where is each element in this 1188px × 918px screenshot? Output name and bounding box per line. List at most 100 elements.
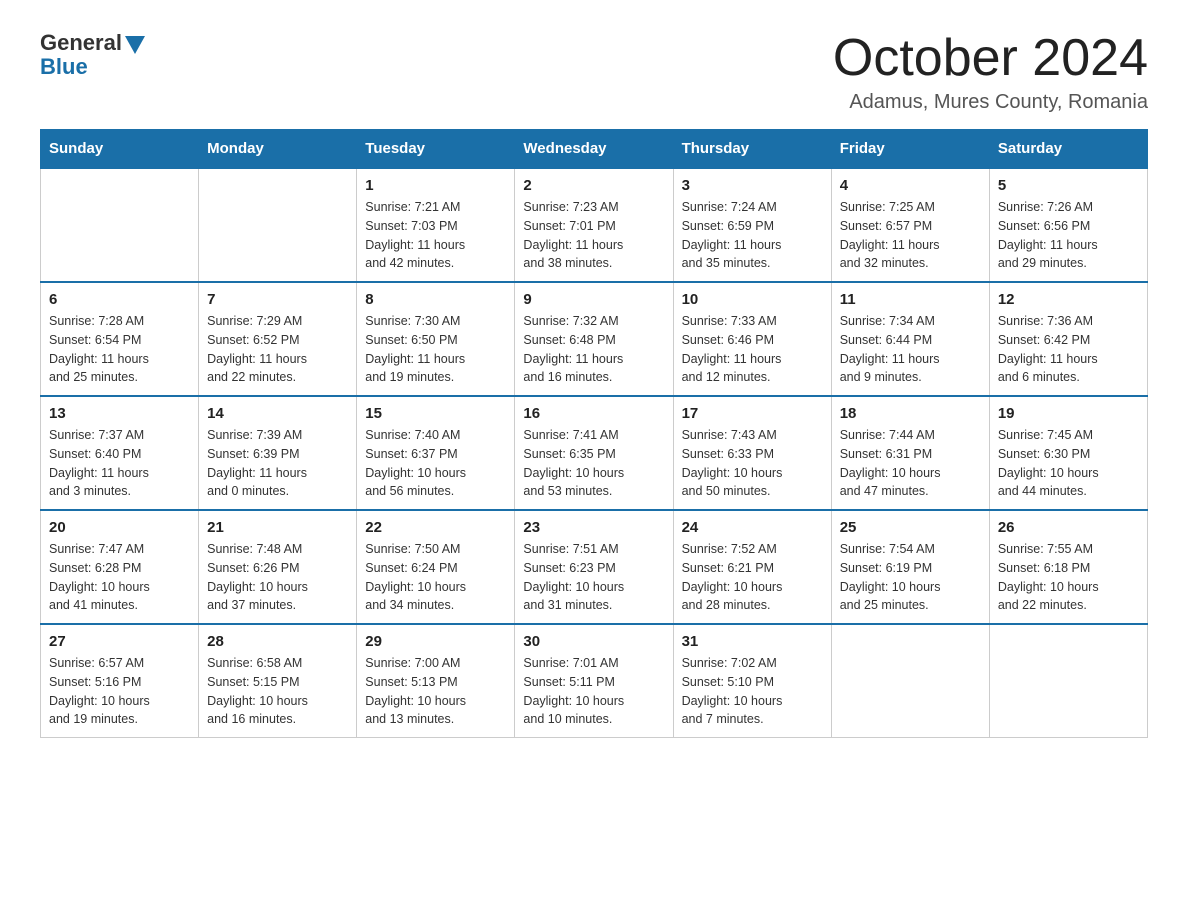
day-cell: 19 Sunrise: 7:45 AM Sunset: 6:30 PM Dayli… [989,396,1147,510]
day-cell: 16Sunrise: 7:41 AM Sunset: 6:35 PM Dayli… [515,396,673,510]
day-number: 8 [365,291,506,308]
day-cell: 31Sunrise: 7:02 AM Sunset: 5:10 PM Dayli… [673,624,831,738]
header-col-saturday: Saturday [989,130,1147,169]
day-info: Sunrise: 7:23 AM Sunset: 7:01 PM Dayligh… [523,198,664,273]
day-info: Sunrise: 6:57 AM Sunset: 5:16 PM Dayligh… [49,654,190,729]
logo-general-text: General [40,30,122,56]
day-cell: 8 Sunrise: 7:30 AM Sunset: 6:50 PM Daylig… [357,282,515,396]
day-info: Sunrise: 7:54 AM Sunset: 6:19 PM Dayligh… [840,540,981,615]
day-info: Sunrise: 7:51 AM Sunset: 6:23 PM Dayligh… [523,540,664,615]
day-info: Sunrise: 7:36 AM Sunset: 6:42 PM Dayligh… [998,312,1139,387]
week-row-2: 13Sunrise: 7:37 AM Sunset: 6:40 PM Dayli… [41,396,1148,510]
day-info: Sunrise: 7:33 AM Sunset: 6:46 PM Dayligh… [682,312,823,387]
day-cell: 25 Sunrise: 7:54 AM Sunset: 6:19 PM Dayli… [831,510,989,624]
day-info: Sunrise: 7:32 AM Sunset: 6:48 PM Dayligh… [523,312,664,387]
day-info: Sunrise: 7:52 AM Sunset: 6:21 PM Dayligh… [682,540,823,615]
day-info: Sunrise: 7:55 AM Sunset: 6:18 PM Dayligh… [998,540,1139,615]
day-number: 9 [523,291,664,308]
title-section: October 2024 Adamus, Mures County, Roman… [833,30,1148,114]
day-cell [831,624,989,738]
day-number: 30 [523,633,664,650]
day-info: Sunrise: 6:58 AM Sunset: 5:15 PM Dayligh… [207,654,348,729]
day-number: 19 [998,405,1139,422]
day-info: Sunrise: 7:50 AM Sunset: 6:24 PM Dayligh… [365,540,506,615]
day-cell: 2 Sunrise: 7:23 AM Sunset: 7:01 PM Daylig… [515,168,673,282]
day-cell: 4 Sunrise: 7:25 AM Sunset: 6:57 PM Daylig… [831,168,989,282]
day-number: 18 [840,405,981,422]
day-cell: 9 Sunrise: 7:32 AM Sunset: 6:48 PM Daylig… [515,282,673,396]
day-cell: 15Sunrise: 7:40 AM Sunset: 6:37 PM Dayli… [357,396,515,510]
week-row-1: 6Sunrise: 7:28 AM Sunset: 6:54 PM Daylig… [41,282,1148,396]
day-number: 13 [49,405,190,422]
day-number: 5 [998,177,1139,194]
header-col-thursday: Thursday [673,130,831,169]
week-row-4: 27 Sunrise: 6:57 AM Sunset: 5:16 PM Dayli… [41,624,1148,738]
day-cell: 27 Sunrise: 6:57 AM Sunset: 5:16 PM Dayli… [41,624,199,738]
day-info: Sunrise: 7:00 AM Sunset: 5:13 PM Dayligh… [365,654,506,729]
day-number: 28 [207,633,348,650]
day-cell: 14Sunrise: 7:39 AM Sunset: 6:39 PM Dayli… [199,396,357,510]
day-cell: 6Sunrise: 7:28 AM Sunset: 6:54 PM Daylig… [41,282,199,396]
day-info: Sunrise: 7:47 AM Sunset: 6:28 PM Dayligh… [49,540,190,615]
day-cell [989,624,1147,738]
day-cell: 12 Sunrise: 7:36 AM Sunset: 6:42 PM Dayli… [989,282,1147,396]
day-number: 11 [840,291,981,308]
day-number: 12 [998,291,1139,308]
week-row-0: 1Sunrise: 7:21 AM Sunset: 7:03 PM Daylig… [41,168,1148,282]
day-cell: 11 Sunrise: 7:34 AM Sunset: 6:44 PM Dayli… [831,282,989,396]
logo-arrow-icon [125,36,145,54]
day-cell: 1Sunrise: 7:21 AM Sunset: 7:03 PM Daylig… [357,168,515,282]
day-info: Sunrise: 7:28 AM Sunset: 6:54 PM Dayligh… [49,312,190,387]
day-number: 20 [49,519,190,536]
logo: General Blue [40,30,145,80]
day-cell: 22 Sunrise: 7:50 AM Sunset: 6:24 PM Dayli… [357,510,515,624]
day-cell: 10 Sunrise: 7:33 AM Sunset: 6:46 PM Dayli… [673,282,831,396]
day-cell: 3 Sunrise: 7:24 AM Sunset: 6:59 PM Daylig… [673,168,831,282]
day-info: Sunrise: 7:26 AM Sunset: 6:56 PM Dayligh… [998,198,1139,273]
day-number: 31 [682,633,823,650]
day-cell: 21 Sunrise: 7:48 AM Sunset: 6:26 PM Dayli… [199,510,357,624]
day-number: 25 [840,519,981,536]
day-number: 29 [365,633,506,650]
header-row: SundayMondayTuesdayWednesdayThursdayFrid… [41,130,1148,169]
day-number: 10 [682,291,823,308]
day-number: 21 [207,519,348,536]
day-info: Sunrise: 7:40 AM Sunset: 6:37 PM Dayligh… [365,426,506,501]
day-number: 2 [523,177,664,194]
day-number: 4 [840,177,981,194]
day-info: Sunrise: 7:43 AM Sunset: 6:33 PM Dayligh… [682,426,823,501]
day-number: 24 [682,519,823,536]
day-info: Sunrise: 7:24 AM Sunset: 6:59 PM Dayligh… [682,198,823,273]
day-info: Sunrise: 7:30 AM Sunset: 6:50 PM Dayligh… [365,312,506,387]
day-cell [199,168,357,282]
day-number: 3 [682,177,823,194]
day-info: Sunrise: 7:01 AM Sunset: 5:11 PM Dayligh… [523,654,664,729]
day-cell: 28 Sunrise: 6:58 AM Sunset: 5:15 PM Dayli… [199,624,357,738]
calendar-table: SundayMondayTuesdayWednesdayThursdayFrid… [40,129,1148,738]
day-info: Sunrise: 7:41 AM Sunset: 6:35 PM Dayligh… [523,426,664,501]
day-number: 27 [49,633,190,650]
header-col-friday: Friday [831,130,989,169]
page-subtitle: Adamus, Mures County, Romania [833,91,1148,114]
header-col-wednesday: Wednesday [515,130,673,169]
week-row-3: 20 Sunrise: 7:47 AM Sunset: 6:28 PM Dayli… [41,510,1148,624]
header-col-sunday: Sunday [41,130,199,169]
day-cell: 30 Sunrise: 7:01 AM Sunset: 5:11 PM Dayli… [515,624,673,738]
day-number: 26 [998,519,1139,536]
day-cell: 20 Sunrise: 7:47 AM Sunset: 6:28 PM Dayli… [41,510,199,624]
page-header: General Blue October 2024 Adamus, Mures … [40,30,1148,114]
day-cell: 24 Sunrise: 7:52 AM Sunset: 6:21 PM Dayli… [673,510,831,624]
day-number: 17 [682,405,823,422]
day-cell: 29 Sunrise: 7:00 AM Sunset: 5:13 PM Dayli… [357,624,515,738]
day-info: Sunrise: 7:45 AM Sunset: 6:30 PM Dayligh… [998,426,1139,501]
logo-blue-text: Blue [40,54,88,80]
day-info: Sunrise: 7:34 AM Sunset: 6:44 PM Dayligh… [840,312,981,387]
header-col-monday: Monday [199,130,357,169]
calendar-header: SundayMondayTuesdayWednesdayThursdayFrid… [41,130,1148,169]
day-number: 22 [365,519,506,536]
day-info: Sunrise: 7:25 AM Sunset: 6:57 PM Dayligh… [840,198,981,273]
day-info: Sunrise: 7:48 AM Sunset: 6:26 PM Dayligh… [207,540,348,615]
day-cell [41,168,199,282]
day-info: Sunrise: 7:29 AM Sunset: 6:52 PM Dayligh… [207,312,348,387]
day-info: Sunrise: 7:44 AM Sunset: 6:31 PM Dayligh… [840,426,981,501]
